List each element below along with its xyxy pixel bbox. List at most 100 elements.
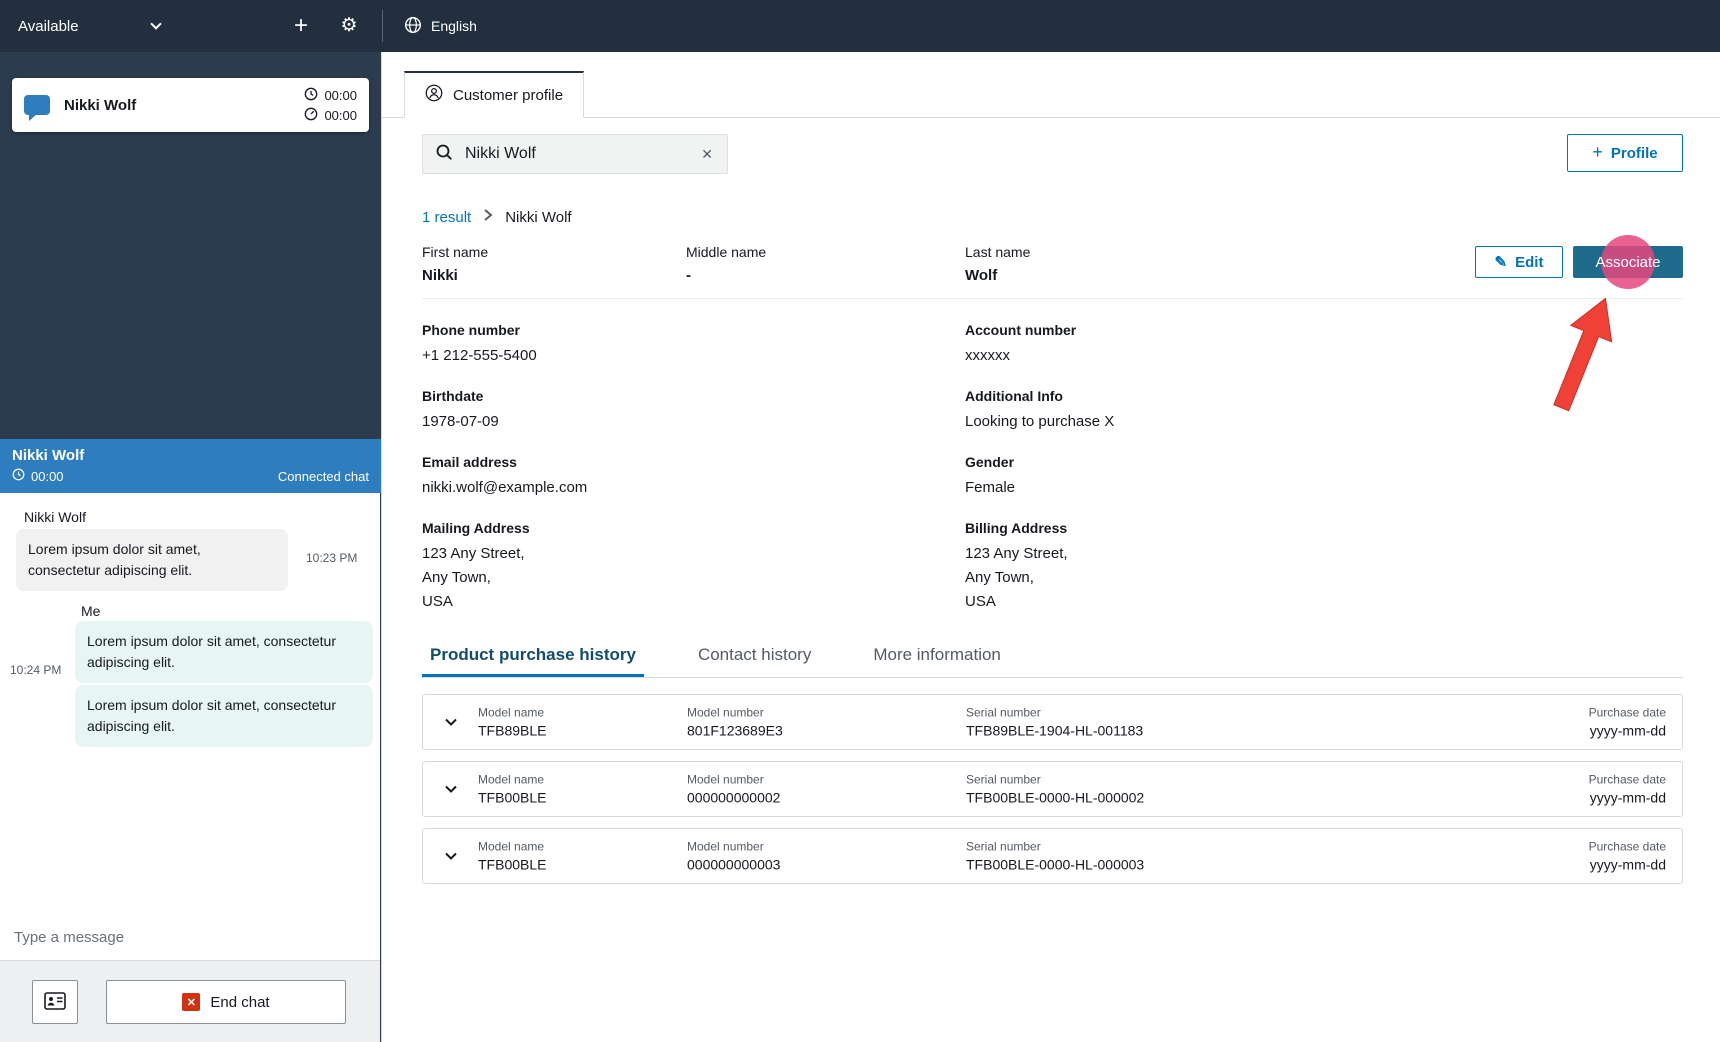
field-value: 1978-07-09 (422, 413, 499, 430)
column-label: Model number (687, 772, 764, 787)
chevron-down-icon[interactable] (441, 712, 461, 732)
breadcrumb: 1 result Nikki Wolf (422, 208, 572, 226)
cell-value: TFB00BLE (478, 789, 547, 806)
field-first-name: First name Nikki (422, 244, 488, 284)
first-name-value: Nikki (422, 267, 458, 284)
column-label: Model name (478, 772, 545, 787)
tab-product-purchase-history[interactable]: Product purchase history (422, 636, 644, 677)
topbar: Available + ⚙ English (0, 0, 1720, 52)
purchase-model-name: Model name TFB00BLE (478, 840, 546, 873)
quick-connects-button[interactable] (32, 980, 78, 1024)
cell-value: yyyy-mm-dd (1589, 856, 1666, 873)
timer-duration-icon (304, 107, 318, 124)
field-value: 123 Any Street, Any Town, USA (422, 545, 525, 610)
cell-value: TFB89BLE-1904-HL-001183 (966, 722, 1144, 739)
purchase-row[interactable]: Model name TFB89BLE Model number 801F123… (422, 694, 1683, 750)
edit-button-label: Edit (1515, 253, 1544, 271)
cell-value: TFB89BLE (478, 722, 547, 739)
agent-message-timestamp: 10:24 PM (10, 663, 62, 677)
associate-button[interactable]: Associate (1573, 235, 1683, 289)
cell-value: TFB00BLE-0000-HL-000002 (966, 789, 1145, 806)
chat-toolbar: ✕ End chat (0, 960, 380, 1042)
chevron-down-icon[interactable] (441, 779, 461, 799)
tab-more-information[interactable]: More information (865, 636, 1009, 677)
cell-value: TFB00BLE (478, 856, 547, 873)
breadcrumb-results-link[interactable]: 1 result (422, 209, 471, 226)
chat-customer-name: Nikki Wolf (12, 447, 85, 464)
contact-timers: 00:00 00:00 (304, 87, 357, 124)
middle-name-label: Middle name (686, 244, 767, 260)
agent-message-bubble: Lorem ipsum dolor sit amet, consectetur … (75, 621, 373, 683)
chat-sidebar: Nikki Wolf 00:00 00:00 Nikki Wolf 00:00 … (0, 52, 382, 1042)
language-selector[interactable]: English (404, 0, 477, 52)
clear-search-button[interactable]: ✕ (699, 146, 715, 163)
contact-name: Nikki Wolf (64, 96, 137, 114)
last-name-value: Wolf (965, 267, 998, 284)
field-value: +1 212-555-5400 (422, 347, 537, 364)
gear-icon: ⚙ (340, 15, 358, 36)
field-email-address: Email address nikki.wolf@example.com (422, 454, 902, 500)
purchase-row[interactable]: Model name TFB00BLE Model number 0000000… (422, 828, 1683, 884)
purchase-serial-number: Serial number TFB00BLE-0000-HL-000003 (966, 840, 1144, 873)
column-label: Purchase date (1588, 772, 1666, 787)
message-input[interactable] (0, 914, 380, 960)
last-name-label: Last name (965, 244, 1031, 260)
middle-name-value: - (686, 267, 691, 284)
field-last-name: Last name Wolf (965, 244, 1030, 284)
profile-search-input[interactable] (463, 144, 690, 164)
details-right-column: Account number xxxxxx Additional Info Lo… (965, 322, 1445, 634)
details-left-column: Phone number +1 212-555-5400 Birthdate 1… (422, 322, 902, 634)
agent-status-dropdown[interactable]: Available (18, 0, 162, 52)
clock-icon (12, 468, 25, 484)
field-label: Billing Address (965, 520, 1068, 536)
purchase-date: Purchase date yyyy-mm-dd (1589, 840, 1666, 873)
purchase-row[interactable]: Model name TFB00BLE Model number 0000000… (422, 761, 1683, 817)
chat-timer-value: 00:00 (324, 87, 357, 103)
field-label: Mailing Address (422, 520, 530, 536)
chat-bubble-icon (24, 95, 50, 121)
field-additional-info: Additional Info Looking to purchase X (965, 388, 1445, 434)
purchase-model-number: Model number 000000000002 (687, 773, 780, 806)
purchase-model-name: Model name TFB89BLE (478, 706, 546, 739)
agent-status-label: Available (18, 17, 79, 35)
column-label: Model name (478, 839, 545, 854)
customer-profile-panel: Customer profile ✕ + Profile 1 result Ni… (382, 52, 1720, 1042)
cell-value: 000000000002 (687, 789, 781, 806)
cell-value: TFB00BLE-0000-HL-000003 (966, 856, 1145, 873)
customer-message-bubble: Lorem ipsum dolor sit amet, consectetur … (16, 529, 288, 591)
column-label: Model number (687, 839, 764, 854)
field-gender: Gender Female (965, 454, 1445, 500)
new-task-button[interactable]: + (285, 10, 317, 42)
field-value: Female (965, 479, 1016, 496)
edit-profile-button[interactable]: ✎ Edit (1475, 246, 1563, 278)
field-label: Gender (965, 454, 1015, 470)
chevron-right-icon (483, 208, 493, 226)
contact-card-icon (44, 991, 66, 1013)
create-profile-button[interactable]: + Profile (1567, 134, 1683, 172)
column-label: Serial number (966, 839, 1041, 854)
field-middle-name: Middle name - (686, 244, 766, 284)
customer-message-timestamp: 10:23 PM (306, 551, 358, 565)
pencil-icon: ✎ (1494, 254, 1508, 271)
field-label: Additional Info (965, 388, 1063, 404)
settings-button[interactable]: ⚙ (333, 10, 365, 42)
x-glyph: ✕ (186, 996, 196, 1009)
tab-customer-profile[interactable]: Customer profile (404, 71, 585, 118)
field-value: Looking to purchase X (965, 413, 1115, 430)
active-contact-card[interactable]: Nikki Wolf 00:00 00:00 (12, 78, 369, 132)
column-label: Serial number (966, 705, 1041, 720)
chat-message-area: Nikki Wolf Lorem ipsum dolor sit amet, c… (0, 493, 380, 914)
cell-value: yyyy-mm-dd (1589, 789, 1666, 806)
column-label: Serial number (966, 772, 1041, 787)
chevron-down-icon[interactable] (441, 846, 461, 866)
tab-contact-history[interactable]: Contact history (690, 636, 819, 677)
field-birthdate: Birthdate 1978-07-09 (422, 388, 902, 434)
language-label: English (431, 18, 477, 34)
chat-connection-status: Connected chat (277, 468, 369, 484)
column-label: Purchase date (1588, 839, 1666, 854)
column-label: Purchase date (1588, 705, 1666, 720)
tab-customer-profile-label: Customer profile (453, 86, 564, 104)
plus-icon: + (293, 12, 308, 39)
person-icon (425, 84, 443, 106)
end-chat-button[interactable]: ✕ End chat (106, 980, 346, 1024)
